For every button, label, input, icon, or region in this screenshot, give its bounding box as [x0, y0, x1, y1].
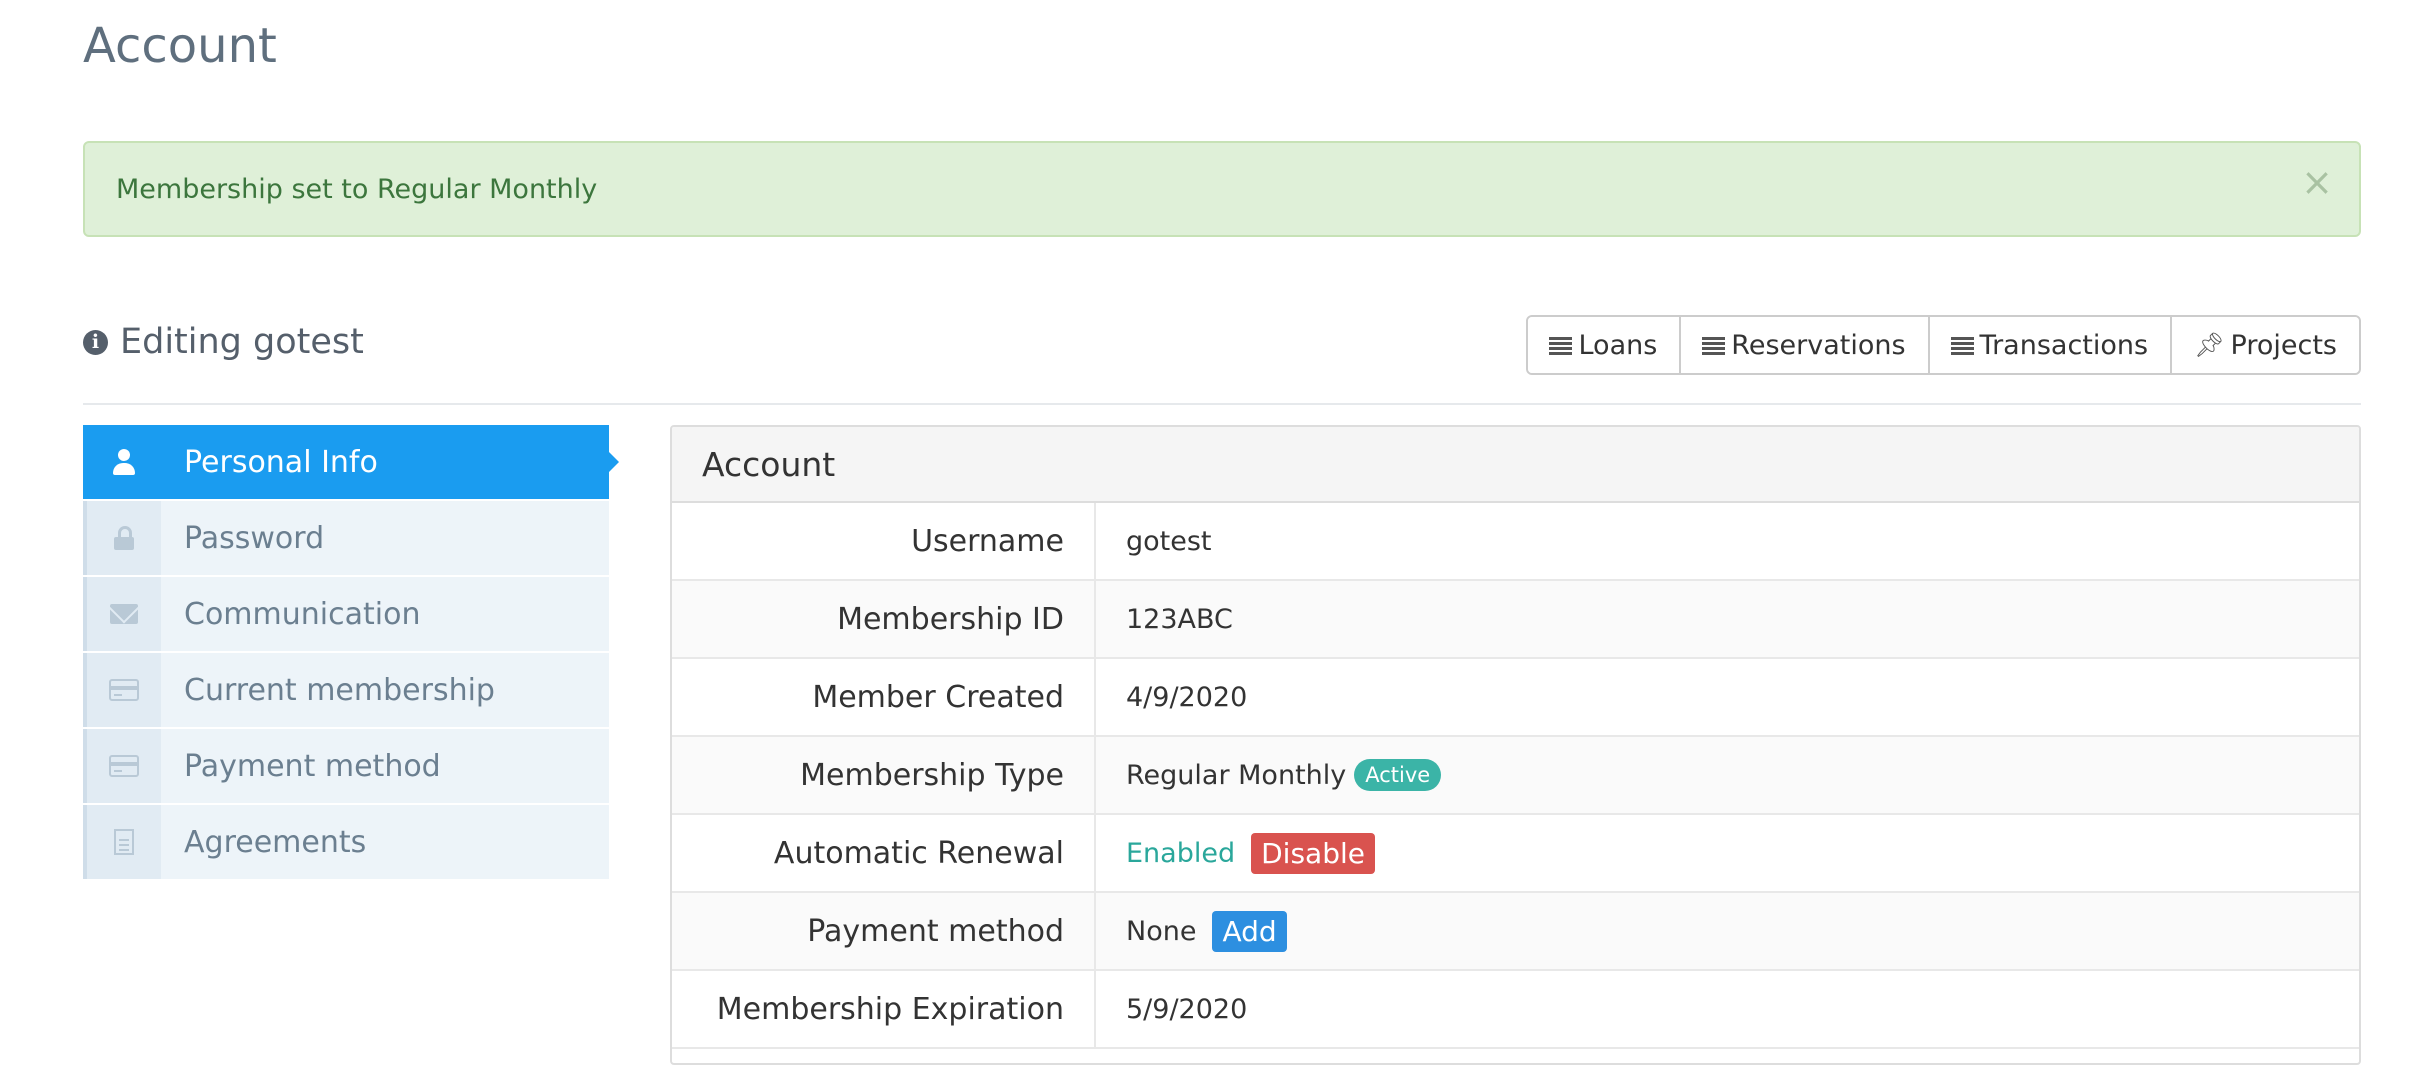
reservations-button-label: Reservations [1731, 329, 1906, 361]
sidebar-item-password[interactable]: Password [83, 501, 609, 575]
row-label: Username [672, 503, 1096, 579]
disable-renewal-button[interactable]: Disable [1251, 832, 1375, 874]
sidebar-item-current-membership[interactable]: Current membership [83, 653, 609, 727]
row-label: Payment method [672, 893, 1096, 969]
sidebar-item-label: Personal Info [184, 444, 378, 480]
payment-method-value: None [1126, 915, 1197, 947]
sidebar-item-label: Communication [184, 596, 421, 632]
alert-message: Membership set to Regular Monthly [116, 174, 598, 205]
page-title: Account [83, 18, 277, 74]
transactions-button[interactable]: Transactions [1929, 317, 2173, 373]
sidebar-nav: Personal Info Password Communication Cur… [83, 425, 619, 881]
sidebar-item-communication[interactable]: Communication [83, 577, 609, 651]
section-heading: i Editing gotest [83, 322, 364, 362]
membership-type-value: Regular Monthly [1126, 759, 1347, 791]
table-row: Membership Type Regular Monthly Active [672, 737, 2359, 815]
projects-button[interactable]: 📌︎ Projects [2172, 317, 2359, 373]
credit-card-icon [109, 679, 139, 701]
row-label: Membership ID [672, 581, 1096, 657]
list-icon [1549, 336, 1573, 355]
lock-icon [114, 526, 134, 550]
loans-button[interactable]: Loans [1528, 317, 1682, 373]
table-row: Username gotest [672, 503, 2359, 581]
sidebar-item-payment-method[interactable]: Payment method [83, 729, 609, 803]
member-created-value: 4/9/2020 [1126, 681, 1248, 713]
membership-id-value: 123ABC [1126, 603, 1233, 635]
pin-icon: 📌︎ [2194, 331, 2225, 359]
sidebar-item-label: Current membership [184, 672, 495, 708]
table-row: Payment method None Add [672, 893, 2359, 971]
credit-card-icon [109, 755, 139, 777]
envelope-icon [110, 604, 138, 624]
account-details-table: Username gotest Membership ID 123ABC Mem… [672, 503, 2359, 1049]
loans-button-label: Loans [1578, 329, 1658, 361]
add-payment-method-button[interactable]: Add [1212, 910, 1287, 952]
row-label: Membership Type [672, 737, 1096, 813]
status-badge: Active [1354, 759, 1442, 791]
list-icon [1950, 336, 1974, 355]
document-icon [114, 829, 134, 855]
reservations-button[interactable]: Reservations [1681, 317, 1930, 373]
table-row: Automatic Renewal Enabled Disable [672, 815, 2359, 893]
close-icon[interactable]: × [2301, 163, 2333, 201]
account-panel: Account Username gotest Membership ID 12… [670, 425, 2361, 1065]
list-icon [1702, 336, 1726, 355]
sidebar-item-label: Agreements [184, 824, 367, 860]
table-row: Member Created 4/9/2020 [672, 659, 2359, 737]
projects-button-label: Projects [2230, 329, 2337, 361]
sidebar-item-label: Payment method [184, 748, 441, 784]
section-title: Editing gotest [120, 322, 364, 362]
table-row: Membership Expiration 5/9/2020 [672, 971, 2359, 1049]
panel-title: Account [672, 427, 2359, 503]
user-icon [113, 449, 135, 475]
row-label: Automatic Renewal [672, 815, 1096, 891]
sidebar-item-personal-info[interactable]: Personal Info [83, 425, 619, 499]
table-row: Membership ID 123ABC [672, 581, 2359, 659]
sidebar-item-label: Password [184, 520, 325, 556]
row-label: Membership Expiration [672, 971, 1096, 1047]
record-button-group: Loans Reservations Transactions 📌︎ Proje… [1526, 315, 2361, 375]
sidebar-item-agreements[interactable]: Agreements [83, 805, 609, 879]
info-icon: i [83, 329, 108, 355]
success-alert: Membership set to Regular Monthly × [83, 141, 2361, 237]
row-label: Member Created [672, 659, 1096, 735]
username-value: gotest [1126, 525, 1212, 557]
section-divider [83, 403, 2361, 405]
transactions-button-label: Transactions [1979, 329, 2149, 361]
renewal-status: Enabled [1126, 837, 1236, 869]
membership-expiration-value: 5/9/2020 [1126, 993, 1248, 1025]
